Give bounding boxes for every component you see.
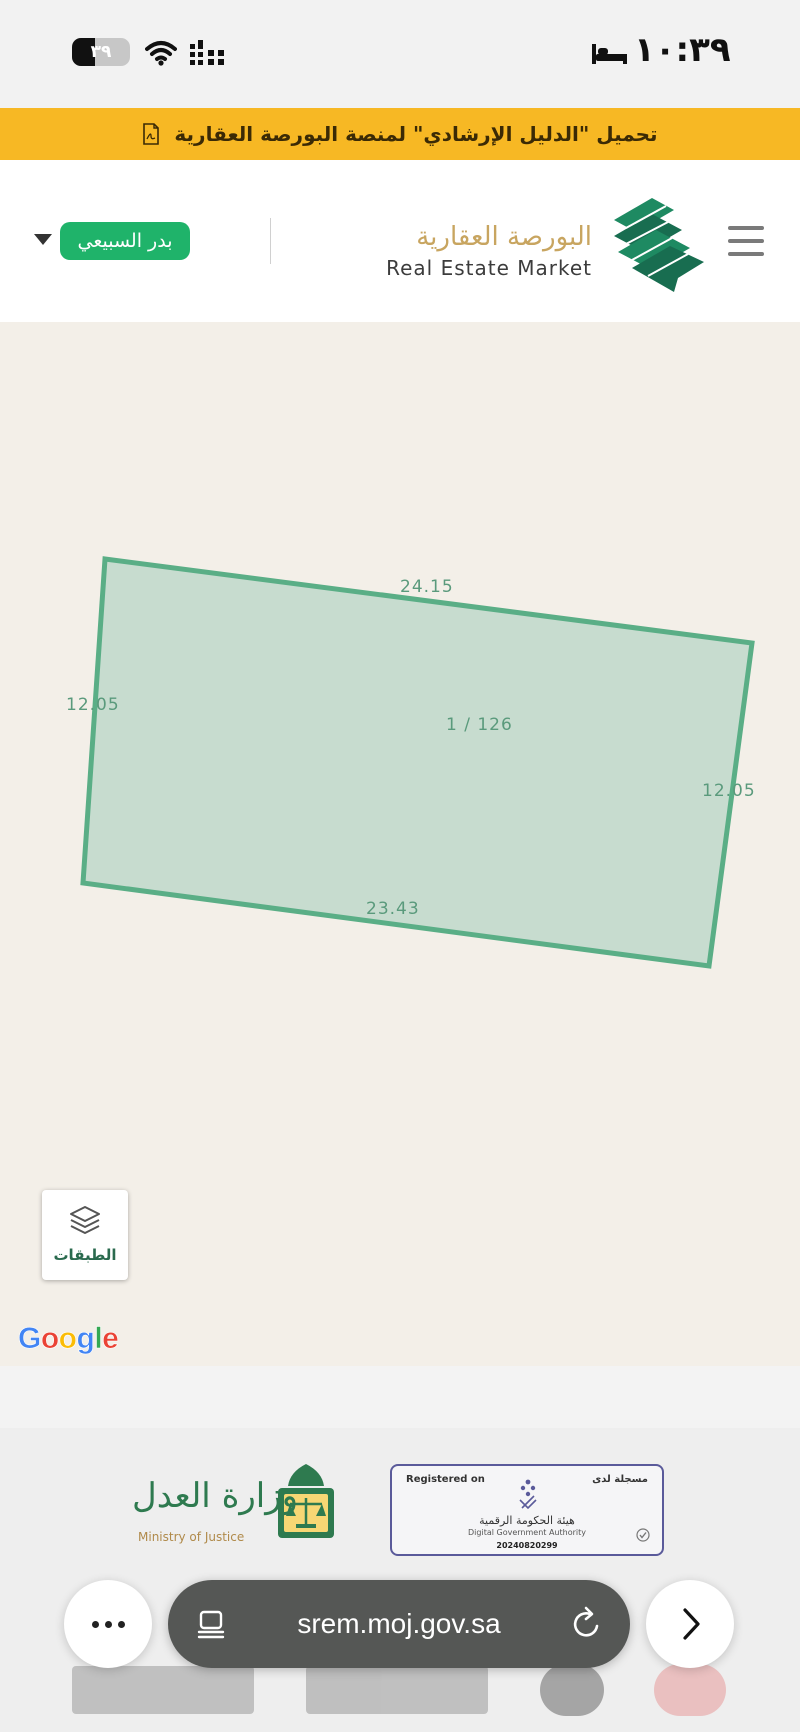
dimension-left: 12.05 [66,695,120,715]
caret-down-icon[interactable] [34,234,52,245]
obscured-store-badge [306,1666,488,1714]
obscured-store-badge [72,1666,254,1714]
status-bar: ٣٩ ١٠:٣٩ [0,0,800,108]
sleep-focus-icon [592,44,627,64]
guide-download-banner[interactable]: تحميل "الدليل الإرشادي" لمنصة البورصة ال… [0,108,800,160]
dimension-bottom: 23.43 [366,899,420,919]
site-header: البورصة العقارية Real Estate Market بدر … [0,160,800,322]
status-time: ١٠:٣٩ [634,30,731,70]
more-options-button[interactable] [64,1580,152,1668]
authority-name-english: Digital Government Authority [468,1528,586,1537]
user-name-badge[interactable]: بدر السبيعي [60,222,190,260]
logo-text-arabic: البورصة العقارية [416,222,592,252]
ministry-name-english: Ministry of Justice [138,1530,245,1544]
registered-on-label: Registered on [406,1474,485,1485]
google-logo: Google [18,1322,119,1356]
check-circle-icon [636,1528,650,1542]
chevron-right-icon[interactable] [674,1606,706,1642]
hamburger-menu-icon[interactable] [728,226,764,256]
wifi-icon [145,41,177,66]
battery-icon: ٣٩ [72,38,130,66]
dimension-top: 24.15 [400,577,454,597]
parcel-label: 1 / 126 [446,715,513,735]
banner-text[interactable]: تحميل "الدليل الإرشادي" لمنصة البورصة ال… [174,122,657,146]
address-bar[interactable]: srem.moj.gov.sa [168,1580,630,1668]
header-divider [270,218,271,264]
more-dots-icon [91,1620,99,1628]
authority-name-arabic: هيئة الحكومة الرقمية [479,1514,575,1527]
layers-icon [70,1206,100,1234]
map-view[interactable]: 24.15 12.05 1 / 126 12.05 23.43 الطبقات … [0,322,800,1366]
dga-logo-icon [519,1479,537,1510]
registered-on-label-arabic: مسجلة لدى [592,1474,648,1485]
footer-spacer [0,1366,800,1428]
pdf-file-icon[interactable] [142,123,160,145]
battery-level: ٣٩ [90,42,112,62]
ministry-name-arabic: وزارة العدل [132,1476,299,1516]
registration-number: 20240820299 [496,1541,558,1550]
real-estate-market-logo-mark [614,198,704,292]
more-dots-icon [104,1620,112,1628]
dimension-right: 12.05 [702,781,756,801]
layers-label: الطبقات [53,1246,117,1264]
forward-button[interactable] [646,1580,734,1668]
url-text[interactable]: srem.moj.gov.sa [168,1580,630,1668]
dga-registration-card[interactable]: Registered on مسجلة لدى هيئة الحكومة الر… [390,1464,664,1556]
logo-text-english: Real Estate Market [386,256,592,280]
obscured-round-button [654,1664,726,1716]
cellular-signal-icon [190,40,224,65]
obscured-round-button [540,1664,604,1716]
more-dots-icon [117,1620,125,1628]
reload-icon[interactable] [570,1606,604,1642]
layers-button[interactable]: الطبقات [42,1190,128,1280]
